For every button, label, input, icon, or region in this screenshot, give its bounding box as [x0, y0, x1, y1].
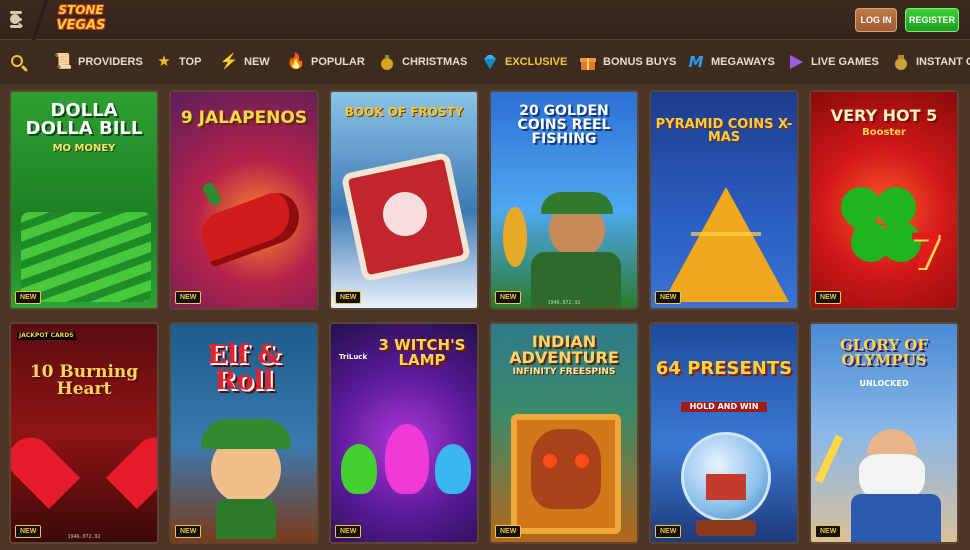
register-button[interactable]: REGISTER [905, 8, 959, 32]
game-tile-3-witchs-lamp[interactable]: TriLuck 3 WITCH'S LAMP NEW [329, 322, 479, 544]
category-new[interactable]: ⚡ NEW [220, 50, 270, 74]
new-badge: NEW [15, 525, 42, 538]
game-tile-20-golden-coins-reel-fishing[interactable]: 20 GOLDEN COINS REEL FISHING NEW 1946.07… [489, 90, 639, 310]
logo-line-2: VEGAS [56, 18, 106, 33]
game-subtitle: INFINITY FREESPINS [512, 367, 616, 377]
gift-icon [579, 53, 597, 71]
new-badge: NEW [175, 291, 202, 304]
new-badge: NEW [815, 291, 842, 304]
new-badge: NEW [175, 525, 202, 538]
new-badge: NEW [495, 525, 522, 538]
game-title: DOLLA DOLLA BILL [25, 100, 143, 139]
ornament-icon [378, 53, 396, 71]
game-tile-dolla-dolla-bill[interactable]: DOLLA DOLLA BILL MO MONEY NEW [9, 90, 159, 310]
jackpot-amount: 1946.072.92 [67, 534, 101, 540]
login-button[interactable]: LOG IN [855, 8, 897, 32]
top-bar: STONE VEGAS LOG IN REGISTER [0, 0, 970, 40]
category-bonus-buys[interactable]: BONUS BUYS [579, 50, 676, 74]
diamond-icon [481, 53, 499, 71]
lightning-icon: ⚡ [219, 53, 239, 70]
category-christmas[interactable]: CHRISTMAS [378, 50, 467, 74]
star-icon: ★ [157, 53, 171, 70]
game-title: 10 Burning Heart [29, 362, 139, 399]
new-badge: NEW [15, 291, 42, 304]
category-live-games[interactable]: LIVE GAMES [787, 50, 879, 74]
divider [31, 0, 49, 40]
megaways-m-icon: M [688, 53, 704, 71]
game-title: 20 GOLDEN COINS REEL FISHING [517, 103, 611, 147]
category-providers[interactable]: 📜 PROVIDERS [54, 50, 143, 74]
scroll-icon: 📜 [53, 53, 73, 70]
game-subtitle: Booster [862, 127, 906, 138]
logo[interactable]: STONE VEGAS [50, 3, 112, 37]
game-subtitle: TriLuck [339, 353, 368, 361]
new-badge: NEW [495, 291, 522, 304]
logo-line-1: STONE [58, 3, 104, 17]
game-title: GLORY OF OLYMPUS [839, 336, 929, 369]
game-title: 9 JALAPENOS [180, 108, 308, 128]
game-subtitle: UNLOCKED [859, 379, 909, 388]
game-art [11, 324, 157, 542]
new-badge: NEW [655, 291, 682, 304]
game-tile-book-of-frosty[interactable]: BOOK OF FROSTY NEW [329, 90, 479, 310]
flame-icon: 🔥 [286, 53, 306, 70]
game-title: INDIAN ADVENTURE [509, 332, 619, 367]
game-title: BOOK OF FROSTY [344, 105, 464, 119]
search-icon[interactable] [10, 54, 29, 73]
game-title: 64 PRESENTS [655, 358, 793, 379]
new-badge: NEW [335, 525, 362, 538]
game-title: 3 WITCH'S LAMP [378, 336, 466, 369]
game-subtitle: JACKPOT CARDS [17, 332, 76, 340]
game-title: Elf & Roll [207, 340, 281, 396]
category-instant-games[interactable]: INSTANT GA [892, 50, 970, 74]
new-badge: NEW [335, 291, 362, 304]
menu-search-icon[interactable] [8, 8, 34, 30]
game-tile-elf-and-roll[interactable]: Elf & Roll NEW [169, 322, 319, 544]
game-tile-9-jalapenos[interactable]: 9 JALAPENOS NEW [169, 90, 319, 310]
game-title: PYRAMID COINS X-MAS [655, 117, 793, 145]
category-nav: 📜 PROVIDERS ★ TOP ⚡ NEW 🔥 POPULAR CHRIST… [0, 40, 970, 84]
game-tile-64-presents[interactable]: 64 PRESENTS HOLD AND WIN NEW [649, 322, 799, 544]
game-tile-indian-adventure[interactable]: INDIAN ADVENTURE INFINITY FREESPINS NEW [489, 322, 639, 544]
category-popular[interactable]: 🔥 POPULAR [287, 50, 365, 74]
new-badge: NEW [815, 525, 842, 538]
money-bag-icon [892, 53, 910, 71]
category-top[interactable]: ★ TOP [155, 50, 201, 74]
game-tile-pyramid-coins-xmas[interactable]: PYRAMID COINS X-MAS NEW [649, 90, 799, 310]
game-title: VERY HOT 5 [830, 106, 938, 125]
game-tile-very-hot-5-booster[interactable]: 7 VERY HOT 5 Booster NEW [809, 90, 959, 310]
game-subtitle: HOLD AND WIN [681, 402, 767, 412]
new-badge: NEW [655, 525, 682, 538]
game-grid: DOLLA DOLLA BILL MO MONEY NEW 9 JALAPENO… [0, 84, 970, 550]
jackpot-amount: 1946.072.92 [547, 300, 581, 306]
play-icon [787, 53, 805, 71]
category-exclusive[interactable]: EXCLUSIVE [481, 50, 567, 74]
game-tile-10-burning-heart[interactable]: JACKPOT CARDS 10 Burning Heart NEW 1946.… [9, 322, 159, 544]
category-megaways[interactable]: M MEGAWAYS [687, 50, 775, 74]
game-tile-glory-of-olympus[interactable]: GLORY OF OLYMPUS UNLOCKED NEW [809, 322, 959, 544]
game-subtitle: MO MONEY [52, 143, 116, 154]
